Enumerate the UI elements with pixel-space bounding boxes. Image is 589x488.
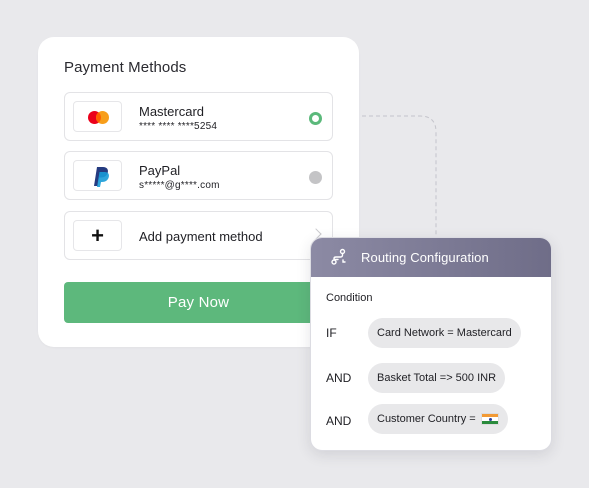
method-name: Mastercard <box>139 104 205 119</box>
method-name: PayPal <box>139 163 181 178</box>
pay-now-button[interactable]: Pay Now <box>64 282 333 323</box>
radio-selected[interactable] <box>309 112 322 125</box>
paypal-logo-icon <box>73 160 122 191</box>
payment-method-paypal[interactable]: PayPal s*****@g****.com <box>64 151 333 200</box>
routing-configuration-card: Routing Configuration Condition IF Card … <box>310 237 552 451</box>
rule-pill[interactable]: Customer Country = <box>368 404 508 434</box>
add-payment-method-label: Add payment method <box>139 229 263 244</box>
rule-operator: AND <box>326 371 352 385</box>
method-detail: s*****@g****.com <box>139 180 220 191</box>
routing-title: Routing Configuration <box>361 250 489 265</box>
plus-icon: + <box>91 222 104 248</box>
payment-method-mastercard[interactable]: Mastercard **** **** ****5254 <box>64 92 333 141</box>
india-flag-icon <box>480 413 499 425</box>
mastercard-logo-icon <box>73 101 122 132</box>
condition-label: Condition <box>326 292 373 304</box>
add-icon-box: + <box>73 220 122 251</box>
rule-operator: AND <box>326 414 352 428</box>
rule-pill[interactable]: Card Network = Mastercard <box>368 318 521 348</box>
rule-text: Card Network = Mastercard <box>377 327 512 339</box>
payment-methods-title: Payment Methods <box>64 59 187 76</box>
radio-unselected[interactable] <box>309 171 322 184</box>
rule-pill[interactable]: Basket Total => 500 INR <box>368 363 506 393</box>
add-payment-method-button[interactable]: + Add payment method <box>64 211 333 260</box>
route-icon <box>331 248 346 265</box>
rule-text: Customer Country = <box>377 413 476 425</box>
method-detail: **** **** ****5254 <box>139 121 218 132</box>
rule-text: Basket Total => 500 INR <box>377 372 497 384</box>
routing-header: Routing Configuration <box>311 238 551 277</box>
rule-operator: IF <box>326 326 337 340</box>
